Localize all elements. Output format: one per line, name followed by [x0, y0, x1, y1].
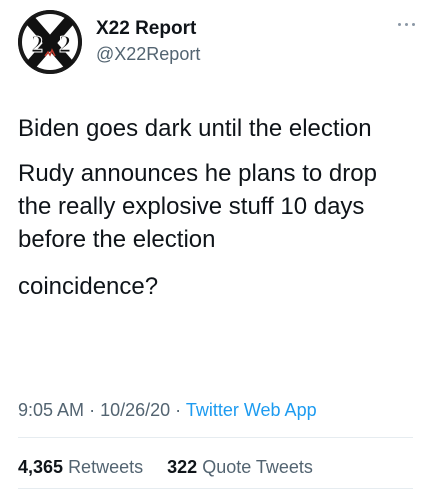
tweet-paragraph: coincidence?	[18, 273, 159, 300]
tweet-card: 2 2 X22 Report @X22Report Biden goes dar…	[0, 0, 431, 500]
tweet-paragraph: Biden goes dark until the election	[18, 115, 372, 142]
tweet-text: Biden goes dark until the election Rudy …	[18, 112, 413, 303]
svg-text:2: 2	[59, 32, 71, 58]
tweet-header: 2 2 X22 Report @X22Report	[18, 10, 415, 76]
meta-separator: ·	[89, 400, 96, 420]
more-horizontal-icon[interactable]	[395, 18, 419, 32]
author-display-name[interactable]: X22 Report	[96, 17, 200, 41]
retweets-count: 4,365	[18, 457, 64, 477]
divider	[18, 488, 413, 489]
retweets-label: Retweets	[68, 457, 144, 477]
avatar[interactable]: 2 2	[18, 10, 82, 74]
quote-tweets-stat[interactable]: 322 Quote Tweets	[167, 457, 313, 477]
x22-logo-icon: 2 2	[18, 10, 82, 74]
quote-tweets-count: 322	[167, 457, 198, 477]
divider	[18, 437, 413, 438]
tweet-stats: 4,365 Retweets 322 Quote Tweets	[18, 455, 313, 479]
svg-text:2: 2	[31, 32, 43, 58]
tweet-metadata: 9:05 AM · 10/26/20 · Twitter Web App	[18, 398, 317, 422]
quote-tweets-label: Quote Tweets	[202, 457, 313, 477]
author-names: X22 Report @X22Report	[96, 17, 200, 66]
tweet-paragraph: Rudy announces he plans to drop the real…	[18, 160, 377, 253]
author-handle[interactable]: @X22Report	[96, 42, 200, 66]
tweet-time[interactable]: 9:05 AM	[18, 400, 84, 420]
tweet-source-link[interactable]: Twitter Web App	[186, 400, 317, 420]
retweets-stat[interactable]: 4,365 Retweets	[18, 457, 148, 477]
meta-separator: ·	[175, 400, 182, 420]
tweet-date[interactable]: 10/26/20	[100, 400, 170, 420]
